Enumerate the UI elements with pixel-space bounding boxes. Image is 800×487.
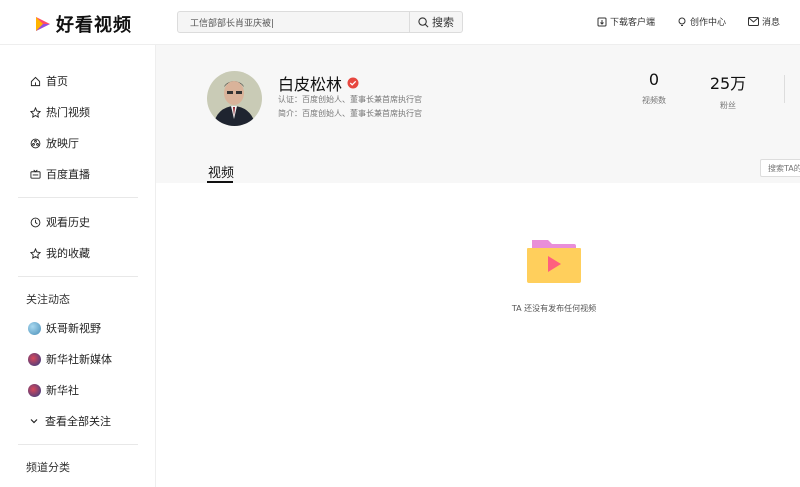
sidebar-item-favorites[interactable]: 我的收藏 [30, 245, 90, 261]
live-icon [30, 169, 41, 179]
profile-name: 白皮松林 [278, 75, 343, 94]
messages-label: 消息 [761, 18, 780, 28]
sidebar-item-label: 放映厅 [46, 137, 79, 150]
follow-item-label: 新华社新媒体 [46, 353, 112, 366]
sidebar-item-label: 百度直播 [46, 168, 90, 181]
empty-folder-icon [527, 240, 581, 283]
search-box: 搜索 [177, 11, 463, 33]
follow-item-xinhua-newmedia[interactable]: 新华社新媒体 [28, 351, 112, 367]
bulb-icon [678, 17, 686, 26]
sidebar-item-history[interactable]: 观看历史 [30, 214, 90, 230]
cinema-icon [30, 138, 41, 148]
view-all-label: 查看全部关注 [45, 415, 111, 428]
profile-name-row: 白皮松林 [278, 71, 359, 95]
search-button-label: 搜索 [432, 16, 454, 29]
stat-divider [784, 75, 785, 103]
profile-avatar-image [207, 71, 262, 126]
sidebar-item-live[interactable]: 百度直播 [30, 166, 90, 182]
messages-link[interactable]: 消息 [747, 15, 780, 28]
top-bar: 好看视频 搜索 下载客户端 创作中心 [0, 0, 800, 45]
profile-certification: 认证：百度创始人、董事长兼首席执行官 [278, 95, 422, 104]
sidebar-divider [18, 197, 138, 198]
profile-intro: 简介：百度创始人、董事长兼首席执行官 [278, 109, 422, 118]
search-icon [418, 16, 429, 27]
follow-section-title: 关注动态 [26, 293, 70, 306]
profile-search-input[interactable] [760, 159, 800, 177]
verified-badge-icon [347, 77, 359, 89]
star-icon [30, 247, 41, 259]
follow-item-label: 新华社 [46, 384, 79, 397]
sidebar: 首页 热门视频 放映厅 百度直播 观看历史 我的收藏 关注动态 妖哥新视野 新华… [0, 45, 156, 487]
stat-videos: 0 视频数 [634, 70, 674, 106]
download-client-link[interactable]: 下载客户端 [597, 15, 655, 28]
view-all-follows[interactable]: 查看全部关注 [28, 413, 111, 429]
avatar [28, 352, 41, 366]
sidebar-divider [18, 444, 138, 445]
sidebar-item-label: 我的收藏 [46, 247, 90, 260]
follow-item-label: 妖哥新视野 [46, 322, 101, 335]
logo-text: 好看视频 [56, 15, 132, 36]
profile-avatar[interactable] [207, 71, 262, 126]
creator-center-label: 创作中心 [689, 18, 726, 28]
download-icon [597, 17, 607, 26]
main-content: 白皮松林 认证：百度创始人、董事长兼首席执行官 简介：百度创始人、董事长兼首席执… [156, 45, 800, 487]
search-input[interactable] [178, 12, 409, 32]
hot-icon [30, 106, 41, 118]
logo[interactable]: 好看视频 [34, 11, 132, 37]
tab-videos[interactable]: 视频 [208, 162, 234, 181]
creator-center-link[interactable]: 创作中心 [677, 15, 726, 28]
tab-active-indicator [207, 181, 233, 183]
avatar [28, 321, 41, 335]
sidebar-item-label: 热门视频 [46, 106, 90, 119]
profile-header: 白皮松林 认证：百度创始人、董事长兼首席执行官 简介：百度创始人、董事长兼首席执… [156, 45, 800, 183]
sidebar-item-cinema[interactable]: 放映厅 [30, 135, 79, 151]
stat-fans-value: 25万 [709, 74, 747, 93]
stat-fans[interactable]: 25万 粉丝 [706, 70, 750, 111]
clock-icon [30, 217, 41, 227]
sidebar-item-hot[interactable]: 热门视频 [30, 104, 90, 120]
download-client-label: 下载客户端 [609, 18, 655, 28]
stat-fans-label: 粉丝 [720, 101, 736, 110]
search-button[interactable]: 搜索 [409, 12, 462, 32]
avatar [28, 383, 41, 397]
sidebar-item-home[interactable]: 首页 [30, 73, 68, 89]
empty-state-text: TA 还没有发布任何视频 [511, 304, 597, 313]
play-logo-icon [36, 17, 50, 31]
follow-item-xinhua[interactable]: 新华社 [28, 382, 79, 398]
sidebar-divider [18, 276, 138, 277]
mail-icon [747, 17, 759, 26]
category-section-title: 频道分类 [26, 461, 70, 474]
home-icon [30, 76, 41, 86]
chevron-down-icon [30, 419, 38, 424]
sidebar-item-label: 观看历史 [46, 216, 90, 229]
sidebar-item-label: 首页 [46, 75, 68, 88]
stat-videos-label: 视频数 [642, 96, 666, 105]
top-links: 下载客户端 创作中心 消息 [575, 15, 780, 28]
stat-videos-value: 0 [648, 70, 660, 89]
follow-item-yaoge[interactable]: 妖哥新视野 [28, 320, 101, 336]
